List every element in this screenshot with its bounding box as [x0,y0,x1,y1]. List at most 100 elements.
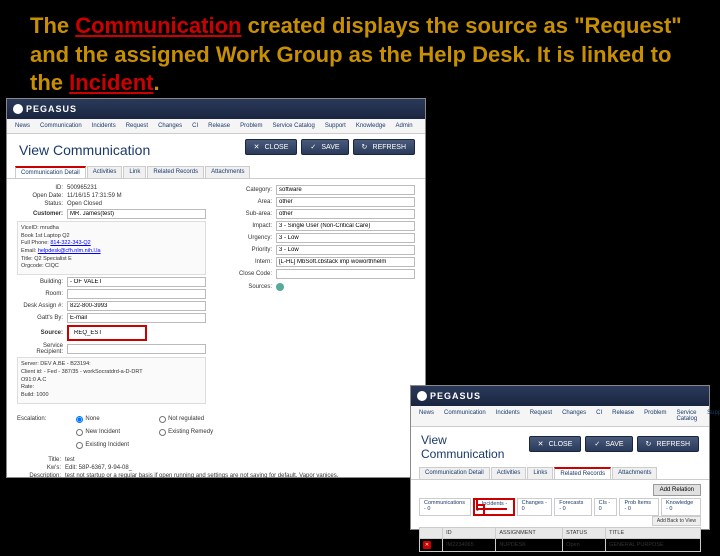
escalation-label: Escalation: [17,416,46,449]
tab-link[interactable]: Link [123,166,146,178]
app-name-sm: PEGASUS [430,391,481,401]
refresh-button[interactable]: REFRESH [353,139,415,155]
desk-input[interactable] [67,301,206,311]
gattoby-label: Gatt's By: [17,315,67,321]
tab-related[interactable]: Related Records [147,166,204,178]
intern-input[interactable] [276,257,415,267]
menu-changes-sm[interactable]: Changes [558,408,590,424]
menu-ci[interactable]: CI [188,121,202,131]
menu-admin[interactable]: Admin [392,121,417,131]
esc-opt-notregulated[interactable]: Not regulated [159,416,213,423]
gattoby-input[interactable] [67,313,206,323]
svcrec-input[interactable] [67,344,206,354]
menu-support-sm[interactable]: Support [703,408,720,424]
sources-label: Sources: [226,284,276,290]
tab-detail[interactable]: Communication Detail [15,166,86,178]
menu-problem-sm[interactable]: Problem [640,408,670,424]
add-relation-button[interactable]: Add Relation [653,484,701,496]
room-input[interactable] [67,289,206,299]
screenshot-small: PEGASUS News Communication Incidents Req… [410,385,710,530]
svcrec-details-box: Server: DEV A.BE - B23194: Client id: - … [17,357,206,403]
menu-incidents-sm[interactable]: Incidents [492,408,524,424]
table-row[interactable]: ✕ IM2234065 NUPDESK Open GENERAL PURPOSE [420,539,701,552]
tab-attachments[interactable]: Attachments [205,166,250,178]
col-assignment: ASSIGNMENT [496,528,563,539]
delete-row-icon[interactable]: ✕ [423,541,431,549]
status-label: Status: [17,201,67,207]
menu-problem[interactable]: Problem [236,121,266,131]
col-status: STATUS [563,528,606,539]
gtab-comm[interactable]: Communications - 0 [419,498,471,516]
menu-release[interactable]: Release [204,121,234,131]
box2-l3: O91:0 A.C [21,377,202,385]
tab-attachments-sm[interactable]: Attachments [612,467,657,479]
box-email-link[interactable]: helpdesk@cfh.nlm.nih.l.la [38,248,101,254]
form-area: ID:500965231 Open Date:11/16/15 17:31:59… [7,179,425,412]
gtab-changes[interactable]: Changes - 0 [517,498,553,516]
source-input[interactable] [72,328,142,338]
customer-label: Customer: [17,211,67,217]
esc-radio-newincident[interactable] [76,429,83,436]
gtab-cis[interactable]: CIs - 0 [594,498,618,516]
menu-communication[interactable]: Communication [36,121,86,131]
col-title: TITLE [606,528,701,539]
page-title: View Communication [7,134,162,166]
subarea-input[interactable] [276,209,415,219]
tabrow-sm: Communication Detail Activities Links Re… [411,467,709,480]
menu-servicecatalog[interactable]: Service Catalog [268,121,318,131]
impact-input[interactable] [276,221,415,231]
add-back-to-view-button[interactable]: Add Back to View [652,516,701,526]
refresh-button-sm[interactable]: REFRESH [637,436,699,452]
priority-input[interactable] [276,245,415,255]
menu-request[interactable]: Request [122,121,152,131]
tab-related-sm[interactable]: Related Records [554,467,611,479]
menu-release-sm[interactable]: Release [608,408,638,424]
toolbar: CLOSE SAVE REFRESH [235,139,425,161]
tab-activities-sm[interactable]: Activities [491,467,527,479]
menu-support[interactable]: Support [321,121,350,131]
app-name: PEGASUS [26,104,77,114]
esc-opt-none[interactable]: None [76,416,129,423]
opendate-label: Open Date: [17,193,67,199]
esc-radio-notregulated[interactable] [159,416,166,423]
close-button[interactable]: CLOSE [245,139,298,155]
menu-servicecatalog-sm[interactable]: Service Catalog [672,408,701,424]
tab-activities[interactable]: Activities [87,166,123,178]
menu-request-sm[interactable]: Request [526,408,556,424]
box2-l4: Rate: [21,384,202,392]
closecode-label: Close Code: [226,271,276,277]
esc-radio-existingincident[interactable] [76,442,83,449]
tab-links-sm[interactable]: Links [527,467,553,479]
title-incident: Incident [69,70,153,95]
box-phone-link[interactable]: 814-322-343-Q2 [50,240,90,246]
grid-tabs: Communications - 0 Incidents - 1 Changes… [419,498,701,516]
close-button-sm[interactable]: CLOSE [529,436,582,452]
menu-communication-sm[interactable]: Communication [440,408,490,424]
menu-changes[interactable]: Changes [154,121,186,131]
esc-opt-existingincident[interactable]: Existing Incident [76,442,129,449]
gtab-incidents[interactable]: Incidents - 1 [476,498,507,516]
urgency-input[interactable] [276,233,415,243]
esc-opt-newincident[interactable]: New Incident [76,429,129,436]
esc-radio-existingremedy[interactable] [159,429,166,436]
tab-detail-sm[interactable]: Communication Detail [419,467,490,479]
building-input[interactable] [67,277,206,287]
save-button-sm[interactable]: SAVE [585,436,632,452]
gtab-prob[interactable]: Prob Items - 0 [619,498,659,516]
menu-news[interactable]: News [11,121,34,131]
menu-knowledge[interactable]: Knowledge [352,121,390,131]
menu-news-sm[interactable]: News [415,408,438,424]
customer-input[interactable] [67,209,206,219]
gtab-forecasts[interactable]: Forecasts - 0 [554,498,591,516]
esc-radio-none[interactable] [76,416,83,423]
menu-incidents[interactable]: Incidents [88,121,120,131]
gtab-knowledge[interactable]: Knowledge - 0 [661,498,701,516]
save-button[interactable]: SAVE [301,139,348,155]
closecode-input[interactable] [276,269,415,279]
room-label: Room: [17,291,67,297]
esc-opt-existingremedy[interactable]: Existing Remedy [159,429,213,436]
category-input[interactable] [276,185,415,195]
desk-label: Desk Assign #: [17,303,67,309]
menu-ci-sm[interactable]: CI [592,408,606,424]
area-input[interactable] [276,197,415,207]
